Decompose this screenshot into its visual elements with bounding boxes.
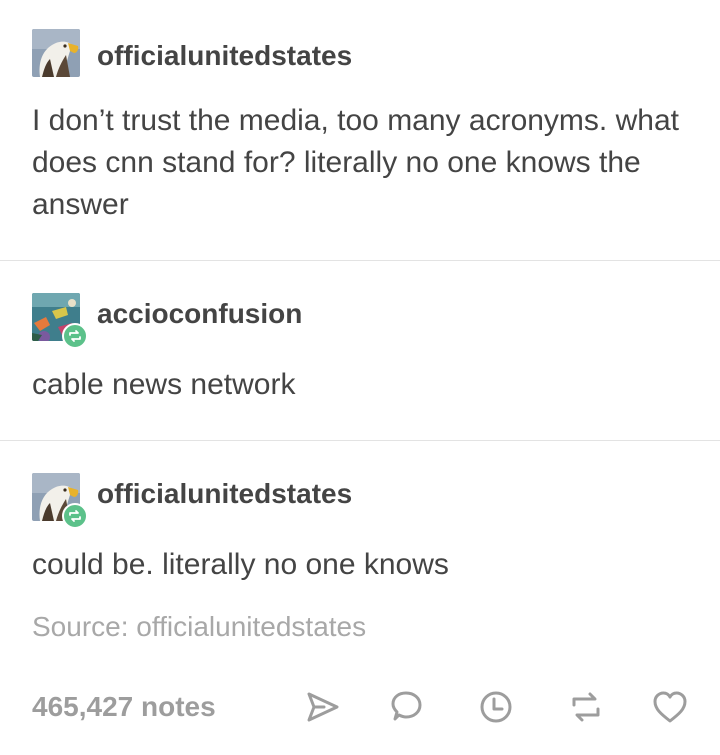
- divider: [0, 260, 720, 261]
- reblog-button[interactable]: [566, 687, 606, 727]
- share-button[interactable]: [303, 687, 343, 727]
- reply-button[interactable]: [386, 687, 426, 727]
- notes-count[interactable]: 465,427 notes: [32, 691, 216, 723]
- queue-button[interactable]: [476, 687, 516, 727]
- post-body-text: cable news network: [32, 368, 296, 401]
- avatar[interactable]: [32, 29, 80, 77]
- post-body-text: could be. literally no one knows: [32, 548, 449, 581]
- reblog-badge: [62, 503, 88, 529]
- post-body-text: I don’t trust the media, too many acrony…: [32, 104, 679, 221]
- bald-eagle-avatar-image: [32, 29, 80, 77]
- share-icon: [307, 692, 339, 722]
- post-username[interactable]: officialunitedstates: [97, 40, 352, 72]
- reblog-badge: [62, 323, 88, 349]
- source-link[interactable]: Source: officialunitedstates: [32, 611, 366, 643]
- post-username[interactable]: officialunitedstates: [97, 478, 352, 510]
- like-button[interactable]: [650, 687, 690, 727]
- like-heart-icon: [653, 691, 687, 723]
- reblog-icon: [69, 330, 81, 342]
- post-username[interactable]: accioconfusion: [97, 298, 302, 330]
- avatar[interactable]: [32, 293, 88, 349]
- reblog-icon: [572, 692, 600, 722]
- divider: [0, 440, 720, 441]
- reply-icon: [391, 691, 422, 721]
- avatar[interactable]: [32, 473, 88, 529]
- reblog-icon: [69, 510, 81, 522]
- queue-clock-icon: [480, 691, 512, 723]
